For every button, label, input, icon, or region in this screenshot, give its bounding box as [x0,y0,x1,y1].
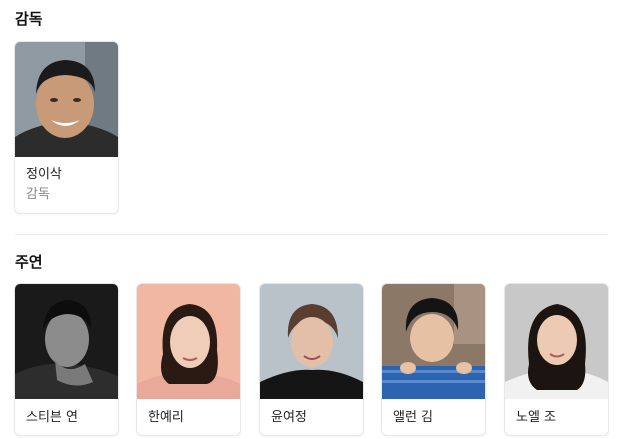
person-name: 노엘 조 [516,410,557,425]
person-name: 윤여정 [271,410,307,425]
person-photo [260,284,363,399]
person-photo [382,284,485,399]
person-card-cast-2[interactable]: 한예리 [136,283,241,436]
person-card-cast-4[interactable]: 앨런 김 [381,283,486,436]
person-photo [505,284,608,399]
person-photo [15,42,118,157]
section-title-cast: 주연 [15,253,43,271]
person-card-director[interactable]: 정이삭 감독 [14,41,119,214]
person-photo [15,284,118,399]
person-name: 한예리 [148,410,184,425]
person-card-cast-3[interactable]: 윤여정 [259,283,364,436]
person-name: 정이삭 [26,167,62,182]
section-title-director: 감독 [15,10,43,28]
person-card-cast-5[interactable]: 노엘 조 [504,283,609,436]
person-photo [137,284,240,399]
person-card-cast-1[interactable]: 스티븐 연 [14,283,119,436]
person-name: 앨런 김 [393,410,434,425]
person-name: 스티븐 연 [26,410,78,425]
section-divider [15,234,608,235]
person-role: 감독 [26,187,50,202]
